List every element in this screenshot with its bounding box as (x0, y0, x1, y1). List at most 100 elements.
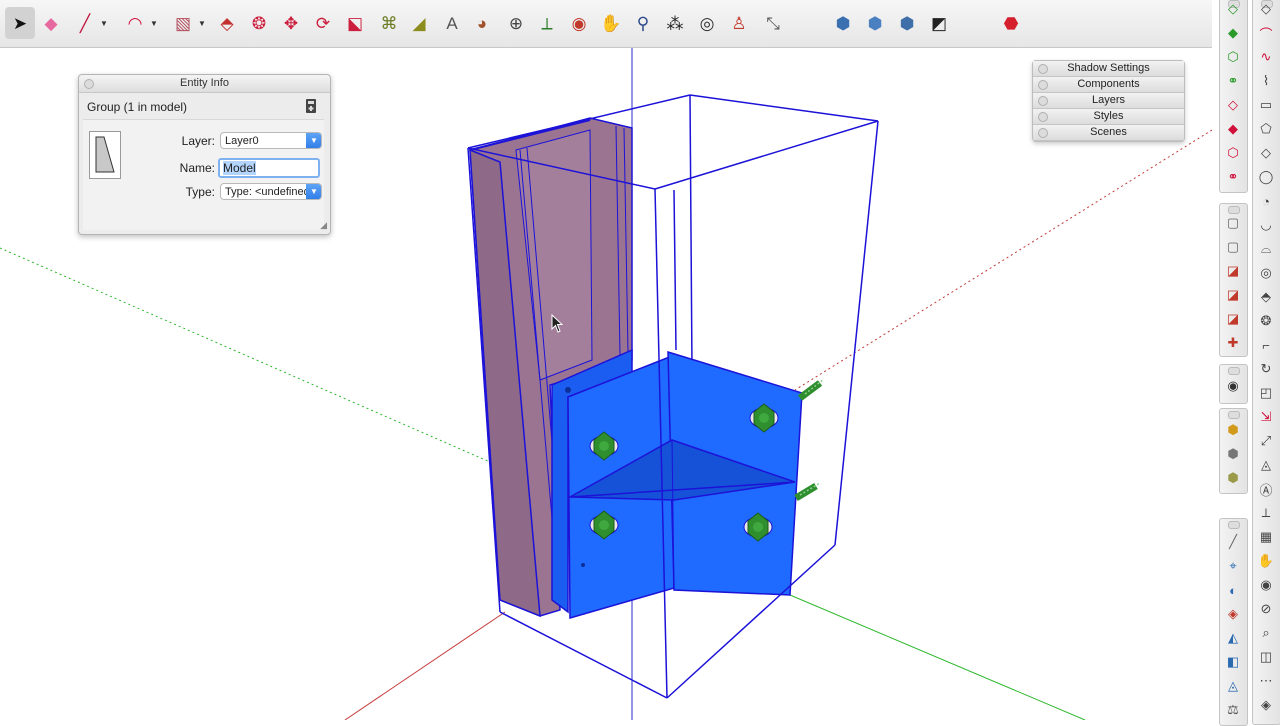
offset-tool-button[interactable]: ⌘ (374, 7, 404, 39)
draw-line-icon[interactable]: ◇ (1255, 0, 1277, 20)
arc-tool-button[interactable]: ◠ (120, 7, 150, 39)
style-xray-icon[interactable]: ⬢ (1222, 419, 1244, 441)
measure-text-icon[interactable]: Ⓐ (1255, 478, 1277, 500)
paint-bucket-tool-button[interactable]: ◕ (467, 7, 497, 39)
type-select[interactable]: Type: <undefined> ▼ (220, 183, 322, 200)
move-tool-button[interactable]: ✥ (276, 7, 306, 39)
camera-pan-icon[interactable]: ◉ (1255, 574, 1277, 596)
entity-info-panel[interactable]: Entity Info Group (1 in model) Layer: La… (78, 74, 331, 235)
entity-info-titlebar[interactable]: Entity Info (79, 75, 330, 93)
axes-tool-button[interactable]: ⟂ (532, 7, 562, 39)
view-right-icon[interactable]: ◪ (1222, 284, 1244, 306)
component-icon[interactable]: ⬡ (1222, 46, 1244, 68)
groups-icon[interactable]: ⚭ (1222, 70, 1244, 92)
lock-icon[interactable] (304, 98, 318, 114)
sandbox-add-detail-icon[interactable]: ◈ (1222, 603, 1244, 625)
section-plane-icon[interactable]: ◈ (1255, 694, 1277, 716)
draw-polygon-icon[interactable]: ⬠ (1255, 118, 1277, 140)
views-front-icon[interactable]: ◆ (1222, 22, 1244, 44)
draw-pie-icon[interactable]: ◔ (1255, 190, 1277, 212)
measure-dim-icon[interactable]: ⤢ (1255, 430, 1277, 452)
measure-axes-icon[interactable]: ⟂ (1255, 502, 1277, 524)
measure-tape-icon[interactable]: ⇲ (1255, 406, 1277, 428)
draw-arc-icon[interactable]: ⌒ (1255, 22, 1277, 44)
geo-location-icon[interactable]: ◉ (1222, 375, 1244, 397)
eraser-tool-button[interactable]: ◆ (36, 7, 66, 39)
views-top-icon[interactable]: ◇ (1222, 0, 1244, 20)
close-icon[interactable] (1038, 64, 1048, 74)
rectangle-tool-button[interactable]: ▧ (168, 7, 198, 39)
tray-panel-components[interactable]: Components (1033, 77, 1184, 93)
share-model-tool-button[interactable]: ⬢ (860, 7, 890, 39)
chevron-down-icon[interactable]: ▼ (198, 19, 206, 28)
layer-select[interactable]: Layer0 ▼ (220, 132, 322, 149)
draw-rotated-rect-icon[interactable]: ◇ (1255, 142, 1277, 164)
sandbox-drape-icon[interactable]: ◐ (1222, 579, 1244, 601)
modify-scale-icon[interactable]: ◰ (1255, 382, 1277, 404)
close-icon[interactable] (1038, 80, 1048, 90)
union-icon[interactable]: ⚭ (1222, 166, 1244, 188)
follow-me-tool-button[interactable]: ❂ (244, 7, 274, 39)
draw-freehand-icon[interactable]: ⌇ (1255, 70, 1277, 92)
send-to-layout-tool-button[interactable]: ◩ (924, 7, 954, 39)
tray-panel-styles[interactable]: Styles (1033, 109, 1184, 125)
walk-tool-button[interactable]: ⁂ (660, 7, 690, 39)
zoom-tool-button[interactable]: ⚲ (628, 7, 658, 39)
draw-box-icon[interactable]: ▭ (1255, 94, 1277, 116)
chevron-down-icon[interactable]: ▼ (150, 19, 158, 28)
sandbox-flip-edge-icon[interactable]: ◭ (1222, 627, 1244, 649)
line-tool-button[interactable]: ╱ (70, 7, 100, 39)
sandbox-measure-icon[interactable]: ⚖ (1222, 699, 1244, 721)
camera-orbit-icon[interactable]: ✋ (1255, 550, 1277, 572)
default-tray[interactable]: Shadow Settings Components Layers Styles Sce… (1032, 60, 1185, 142)
scale-tool-button[interactable]: ⬕ (340, 7, 370, 39)
intersect-icon[interactable]: ⬡ (1222, 142, 1244, 164)
select-tool-button[interactable]: ➤ (5, 7, 35, 39)
toolbar-grip-icon[interactable] (1228, 367, 1240, 375)
position-camera-tool-button[interactable]: ♙ (724, 7, 754, 39)
draw-curve-icon[interactable]: ∿ (1255, 46, 1277, 68)
solid-icon[interactable]: ◆ (1222, 118, 1244, 140)
look-around-tool-button[interactable]: ◎ (692, 7, 722, 39)
measure-protractor-icon[interactable]: ◬ (1255, 454, 1277, 476)
push-pull-tool-button[interactable]: ⬘ (212, 7, 242, 39)
camera-walk-icon[interactable]: ⋯ (1255, 670, 1277, 692)
outer-shell-icon[interactable]: ◇ (1222, 94, 1244, 116)
camera-zoom-window-icon[interactable]: ⌕ (1255, 622, 1277, 644)
extension-warehouse-tool-button[interactable]: ⬢ (892, 7, 922, 39)
style-wireframe-icon[interactable]: ⬢ (1222, 443, 1244, 465)
sandbox-smoove-icon[interactable]: ╱ (1222, 531, 1244, 553)
sandbox-stamp-icon[interactable]: ⌖ (1222, 555, 1244, 577)
close-icon[interactable] (1038, 128, 1048, 138)
section-plane-tool-button[interactable]: ◉ (564, 7, 594, 39)
camera-zoom-icon[interactable]: ⊘ (1255, 598, 1277, 620)
dimension-tool-button[interactable]: ⤡ (758, 7, 788, 39)
modify-pushpull-icon[interactable]: ⬘ (1255, 286, 1277, 308)
draw-circle-icon[interactable]: ◯ (1255, 166, 1277, 188)
toolbar-grip-icon[interactable] (1228, 521, 1240, 529)
view-left-icon[interactable]: ✚ (1222, 332, 1244, 354)
modify-followme-icon[interactable]: ❂ (1255, 310, 1277, 332)
modify-offset-icon[interactable]: ◎ (1255, 262, 1277, 284)
tray-panel-shadow-settings[interactable]: Shadow Settings (1033, 61, 1184, 77)
ruby-console-tool-button[interactable]: ⬣ (996, 7, 1026, 39)
resize-handle-icon[interactable]: ◢ (320, 220, 327, 231)
name-field[interactable]: Model (218, 158, 320, 178)
tray-panel-scenes[interactable]: Scenes (1033, 125, 1184, 141)
style-shaded-icon[interactable]: ⬢ (1222, 467, 1244, 489)
warehouse-tool-button[interactable]: ⬢ (828, 7, 858, 39)
sandbox-from-scratch-icon[interactable]: ◬ (1222, 675, 1244, 697)
connection-plates[interactable] (551, 348, 803, 619)
modify-rotate-icon[interactable]: ↻ (1255, 358, 1277, 380)
view-back-icon[interactable]: ◪ (1222, 308, 1244, 330)
draw-2pt-arc-icon[interactable]: ⌓ (1255, 238, 1277, 260)
toolbar-grip-icon[interactable] (1228, 411, 1240, 419)
close-icon[interactable] (84, 79, 94, 89)
sandbox-from-contours-icon[interactable]: ◧ (1222, 651, 1244, 673)
view-iso-icon[interactable]: ▢ (1222, 212, 1244, 234)
view-front-icon[interactable]: ◪ (1222, 260, 1244, 282)
close-icon[interactable] (1038, 96, 1048, 106)
draw-3pt-arc-icon[interactable]: ◡ (1255, 214, 1277, 236)
close-icon[interactable] (1038, 112, 1048, 122)
chevron-down-icon[interactable]: ▼ (100, 19, 108, 28)
